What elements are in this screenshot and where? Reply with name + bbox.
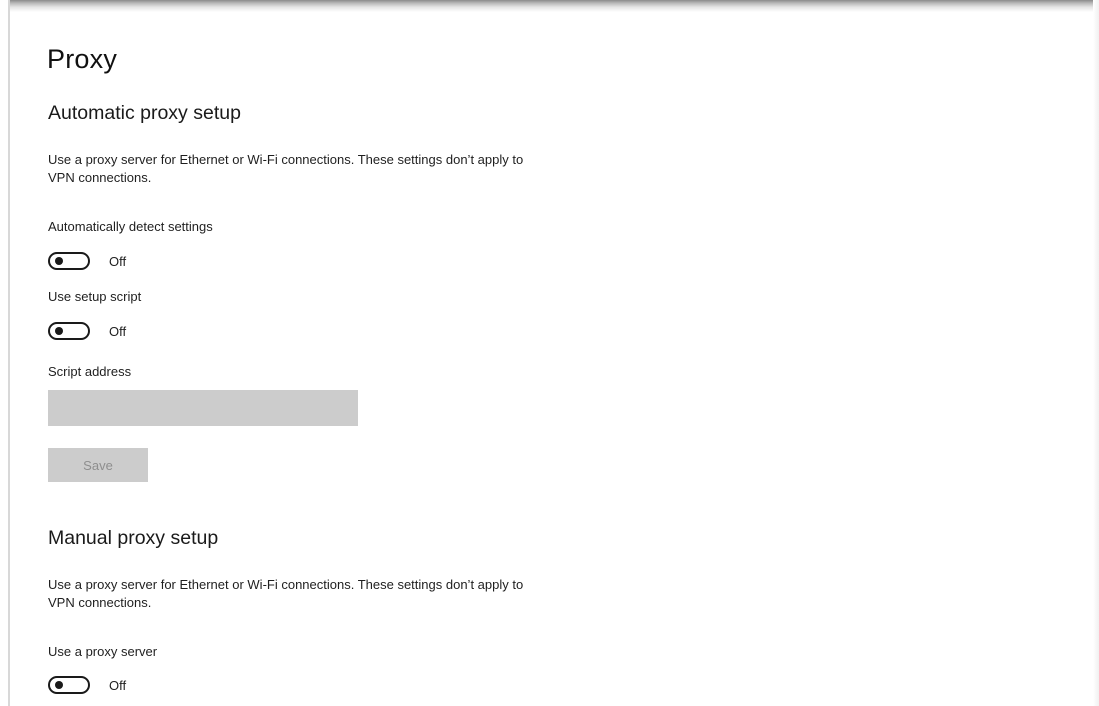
- window-right-edge: [1093, 0, 1099, 706]
- setup-script-label: Use setup script: [48, 289, 142, 304]
- toggle-knob: [55, 257, 63, 265]
- detect-settings-toggle[interactable]: [48, 252, 90, 270]
- page-title: Proxy: [47, 44, 118, 74]
- automatic-proxy-description: Use a proxy server for Ethernet or Wi-Fi…: [48, 152, 524, 185]
- use-proxy-label: Use a proxy server: [48, 644, 158, 659]
- automatic-proxy-heading: Automatic proxy setup: [48, 102, 241, 124]
- setup-script-state: Off: [109, 324, 127, 339]
- use-proxy-state: Off: [109, 678, 127, 693]
- toggle-knob: [55, 681, 63, 689]
- window-left-edge: [0, 0, 10, 706]
- manual-proxy-heading: Manual proxy setup: [48, 527, 219, 549]
- toggle-knob: [55, 327, 63, 335]
- settings-window: Proxy Automatic proxy setup Use a proxy …: [0, 0, 1099, 706]
- setup-script-toggle[interactable]: [48, 322, 90, 340]
- script-address-input[interactable]: [48, 390, 358, 426]
- window-top-shadow: [0, 0, 1099, 12]
- detect-settings-state: Off: [109, 254, 127, 269]
- use-proxy-toggle[interactable]: [48, 676, 90, 694]
- script-address-label: Script address: [48, 364, 132, 379]
- save-button[interactable]: Save: [48, 448, 148, 482]
- detect-settings-label: Automatically detect settings: [48, 219, 213, 234]
- manual-proxy-description: Use a proxy server for Ethernet or Wi-Fi…: [48, 577, 524, 610]
